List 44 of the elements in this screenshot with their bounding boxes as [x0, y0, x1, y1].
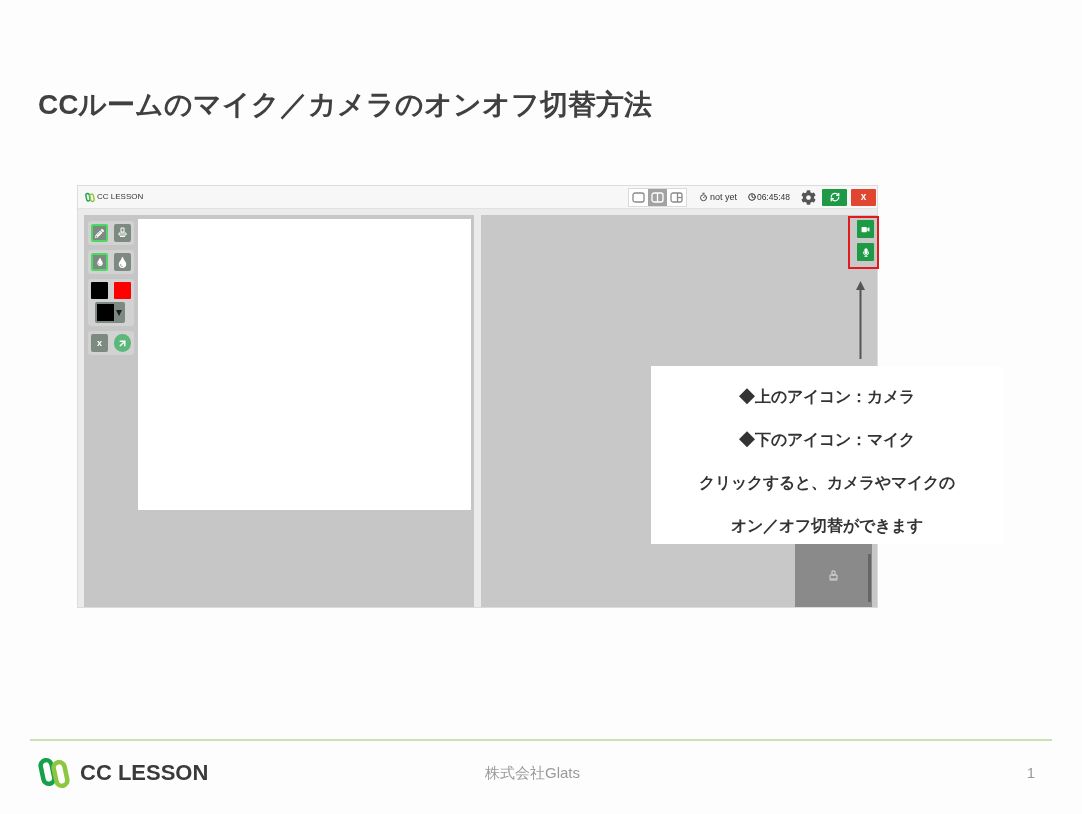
close-button[interactable]: x: [851, 188, 876, 206]
page-number: 1: [1026, 762, 1035, 783]
status-text: not yet: [709, 192, 737, 202]
callout-text: ◆下のアイコン：マイク: [739, 430, 915, 450]
caret-icon: [116, 309, 122, 316]
logo-text: CC LESSON: [97, 193, 144, 201]
refresh-button[interactable]: [822, 188, 847, 206]
callout-text: ◆上のアイコン：カメラ: [739, 387, 915, 407]
layout-button[interactable]: [647, 188, 667, 206]
highlight-frame: [848, 216, 879, 269]
microphone-button[interactable]: [857, 243, 874, 261]
tool-button[interactable]: [114, 253, 131, 271]
clock-icon: [747, 193, 756, 201]
scrollbar[interactable]: [868, 554, 871, 602]
video-camera-icon: [861, 225, 870, 233]
camera-button[interactable]: [857, 220, 874, 238]
color-dropdown[interactable]: [95, 302, 125, 323]
pencil-icon: [95, 228, 104, 238]
settings-icon[interactable]: [801, 189, 816, 205]
color-swatch[interactable]: [114, 282, 131, 299]
tool-button[interactable]: [91, 253, 108, 271]
drop-icon: [118, 256, 127, 268]
company-name: 株式会社Glats: [485, 762, 580, 783]
two-pane-icon: [650, 191, 664, 203]
slide-title: CCルームのマイク／カメラのオンオフ切替方法: [38, 88, 653, 122]
refresh-icon: [829, 192, 840, 202]
lock-icon: [829, 570, 838, 581]
stamp-icon: [118, 227, 127, 239]
single-pane-icon: [631, 191, 645, 203]
color-swatch[interactable]: [91, 282, 108, 299]
tool-button[interactable]: [114, 224, 131, 242]
microphone-icon: [862, 247, 869, 257]
logo-text: CC LESSON: [80, 762, 209, 784]
clear-button[interactable]: x: [91, 334, 108, 352]
logo-icon: [85, 191, 95, 203]
callout-text: オン／オフ切替ができます: [731, 516, 923, 536]
arrow-button[interactable]: [114, 334, 131, 352]
stopwatch-icon: [698, 192, 708, 202]
drop-icon: [96, 258, 103, 266]
logo-icon: [38, 756, 70, 790]
timer-text: 06:45:48: [756, 192, 790, 202]
side-pane-icon: [669, 191, 683, 203]
tool-button[interactable]: [91, 224, 108, 242]
callout-text: クリックすると、カメラやマイクの: [699, 473, 955, 493]
